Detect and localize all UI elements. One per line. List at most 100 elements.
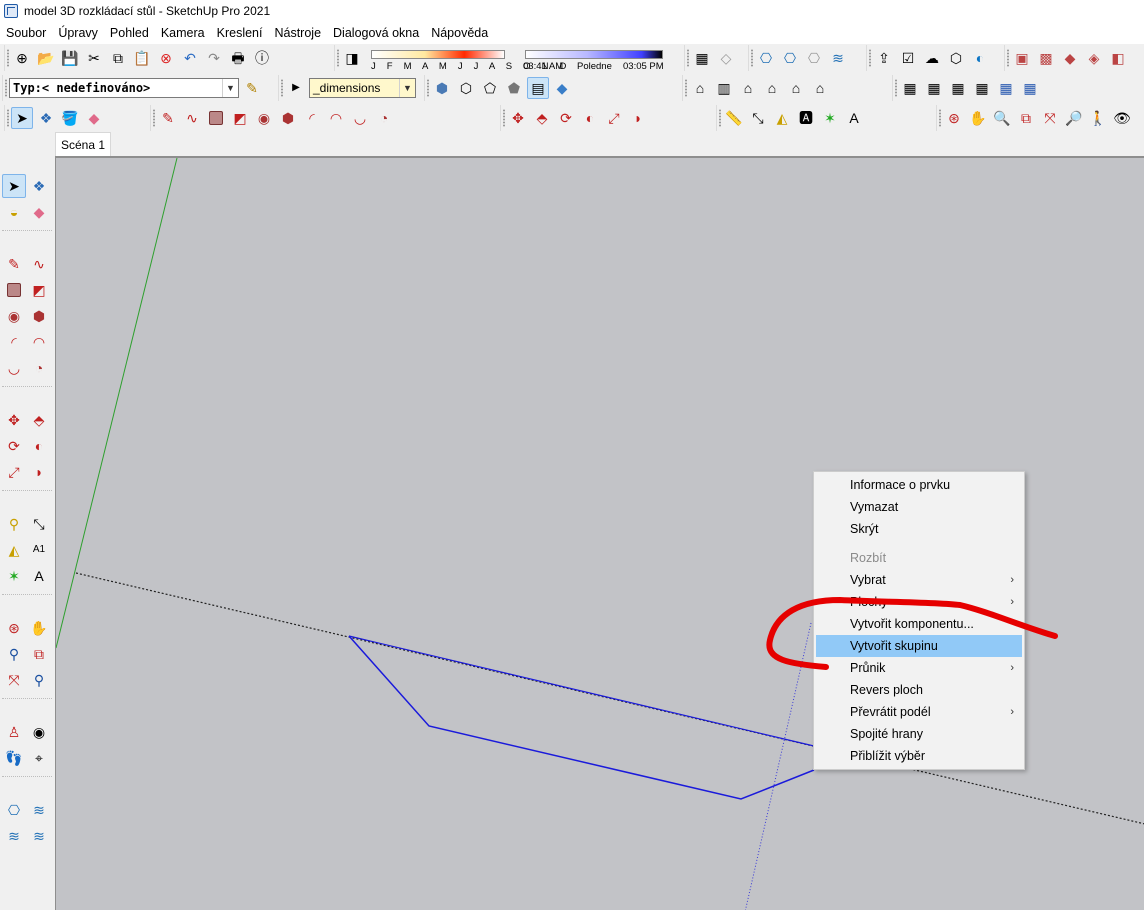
scale-icon[interactable]: ⤢ <box>2 460 26 484</box>
arc-2pt-icon[interactable]: ◠ <box>27 330 51 354</box>
layer-panel-icon-4[interactable]: ▦ <box>971 77 993 99</box>
menu-item-make-component[interactable]: Vytvořit komponentu... <box>816 613 1022 635</box>
sandbox-from-contours-icon[interactable]: ≋ <box>2 824 26 848</box>
layer-panel-icon-3[interactable]: ▦ <box>947 77 969 99</box>
menu-napoveda[interactable]: Nápověda <box>425 22 494 44</box>
walk-icon[interactable]: 👣 <box>2 746 26 770</box>
protractor-icon[interactable]: ◭ <box>2 538 26 562</box>
line-icon[interactable]: ✎ <box>2 252 26 276</box>
move-icon[interactable]: ✥ <box>507 107 529 129</box>
zoom-window-icon[interactable]: ⧉ <box>27 642 51 666</box>
rectangle-icon[interactable] <box>2 278 26 302</box>
solid-union-icon[interactable]: ⎔ <box>779 47 801 69</box>
menu-item-entity-info[interactable]: Informace o prvku <box>816 474 1022 496</box>
scale-icon[interactable]: ⤢ <box>603 107 625 129</box>
model-info-icon[interactable]: ⓘ <box>251 47 273 69</box>
shadows-toggle-icon[interactable]: ◨ <box>341 47 363 69</box>
polygon-icon[interactable]: ⬢ <box>277 107 299 129</box>
protractor-icon[interactable]: ◭ <box>771 107 793 129</box>
rotate-icon[interactable]: ⟳ <box>2 434 26 458</box>
hidden-line-icon[interactable]: ⬟ <box>503 77 525 99</box>
redo-icon[interactable]: ↷ <box>203 47 225 69</box>
extension-icon[interactable]: ◇ <box>715 47 737 69</box>
iso-view-icon[interactable]: ⌂ <box>689 77 711 99</box>
tab-scene-1[interactable]: Scéna 1 <box>55 132 111 156</box>
wireframe-icon[interactable]: ⬠ <box>479 77 501 99</box>
tape-measure-icon[interactable]: 📏 <box>723 107 745 129</box>
top-view-icon[interactable]: ▥ <box>713 77 735 99</box>
offset-icon[interactable]: ◗ <box>627 107 649 129</box>
xray-icon[interactable]: ⬢ <box>431 77 453 99</box>
shaded-textures-icon[interactable]: ◆ <box>551 77 573 99</box>
menu-item-make-group[interactable]: Vytvořit skupinu <box>816 635 1022 657</box>
shaded-icon[interactable]: ▤ <box>527 77 549 99</box>
3d-text-icon[interactable]: A <box>843 107 865 129</box>
eraser-icon[interactable]: ◆ <box>27 200 51 224</box>
menu-item-reverse-faces[interactable]: Revers ploch <box>816 679 1022 701</box>
rotated-rectangle-icon[interactable]: ◩ <box>229 107 251 129</box>
menu-dialogova-okna[interactable]: Dialogová okna <box>327 22 425 44</box>
previous-view-icon[interactable]: 🔎 <box>1063 107 1085 129</box>
sandbox-settings-icon[interactable]: ≋ <box>27 824 51 848</box>
line-icon[interactable]: ✎ <box>157 107 179 129</box>
menu-item-hide[interactable]: Skrýt <box>816 518 1022 540</box>
left-view-icon[interactable]: ⌂ <box>809 77 831 99</box>
cloud-icon[interactable]: ☁ <box>921 47 943 69</box>
back-view-icon[interactable]: ⌂ <box>785 77 807 99</box>
3d-text-icon[interactable]: A <box>27 564 51 588</box>
zoom-window-icon[interactable]: ⧉ <box>1015 107 1037 129</box>
follow-me-icon[interactable]: ◐ <box>27 434 51 458</box>
arc-2pt-icon[interactable]: ◠ <box>325 107 347 129</box>
tape-measure-icon[interactable]: ⚲ <box>2 512 26 536</box>
solid-tools-icon[interactable]: ⎔ <box>2 798 26 822</box>
pan-icon[interactable]: ✋ <box>967 107 989 129</box>
look-around-icon[interactable]: ◉ <box>27 720 51 744</box>
shadow-time-slider[interactable]: 03:41 AM Poledne 03:05 PM <box>523 48 671 72</box>
cut-icon[interactable]: ✂ <box>83 47 105 69</box>
menu-kresleni[interactable]: Kreslení <box>211 22 269 44</box>
cube-icon[interactable]: ⬡ <box>945 47 967 69</box>
tag-select[interactable]: Typ:< nedefinováno> ▼ <box>9 78 239 98</box>
text-icon[interactable]: 🅰 <box>795 107 817 129</box>
make-component-icon[interactable]: ❖ <box>35 107 57 129</box>
freehand-icon[interactable]: ∿ <box>27 252 51 276</box>
orbit-icon[interactable]: ⊛ <box>943 107 965 129</box>
follow-me-icon[interactable]: ◐ <box>579 107 601 129</box>
select-icon[interactable]: ➤ <box>2 174 26 198</box>
zoom-extents-icon[interactable]: ⤧ <box>2 668 26 692</box>
previous-view-icon[interactable]: ⚲ <box>27 668 51 692</box>
right-view-icon[interactable]: ⌂ <box>761 77 783 99</box>
open-file-icon[interactable]: 📂 <box>35 47 57 69</box>
menu-item-flip-along[interactable]: Převrátit podél › <box>816 701 1022 723</box>
axes-icon[interactable]: ✶ <box>819 107 841 129</box>
print-icon[interactable]: 🖶 <box>227 47 249 69</box>
zoom-icon[interactable]: 🔍 <box>991 107 1013 129</box>
solid-tools-icon[interactable]: ⎔ <box>755 47 777 69</box>
sandbox-icon[interactable]: ≋ <box>827 47 849 69</box>
layer-panel-icon-1[interactable]: ▦ <box>899 77 921 99</box>
rectangle-icon[interactable] <box>205 107 227 129</box>
walk-icon[interactable]: 🚶 <box>1087 107 1109 129</box>
solid-subtract-icon[interactable]: ⎔ <box>803 47 825 69</box>
menu-item-erase[interactable]: Vymazat <box>816 496 1022 518</box>
trimble-connect-icon[interactable]: ◐ <box>969 47 991 69</box>
layer-panel-icon-2[interactable]: ▦ <box>923 77 945 99</box>
section-cut-icon[interactable]: ◈ <box>1083 47 1105 69</box>
select-icon[interactable]: ➤ <box>11 107 33 129</box>
axes-icon[interactable]: ✶ <box>2 564 26 588</box>
back-edges-icon[interactable]: ⬡ <box>455 77 477 99</box>
arc-icon[interactable]: ◜ <box>2 330 26 354</box>
section-fill-icon[interactable]: ◆ <box>1059 47 1081 69</box>
undo-icon[interactable]: ↶ <box>179 47 201 69</box>
freehand-icon[interactable]: ∿ <box>181 107 203 129</box>
erase-icon[interactable]: ⊗ <box>155 47 177 69</box>
zoom-icon[interactable]: ⚲ <box>2 642 26 666</box>
menu-upravy[interactable]: Úpravy <box>52 22 104 44</box>
menu-kamera[interactable]: Kamera <box>155 22 211 44</box>
menu-nastroje[interactable]: Nástroje <box>268 22 327 44</box>
warehouse-icon[interactable]: ▦ <box>691 47 713 69</box>
arc-3pt-icon[interactable]: ◡ <box>349 107 371 129</box>
layer-panel-icon-5[interactable]: ▦ <box>995 77 1017 99</box>
push-pull-icon[interactable]: ⬘ <box>27 408 51 432</box>
menu-item-select[interactable]: Vybrat › <box>816 569 1022 591</box>
